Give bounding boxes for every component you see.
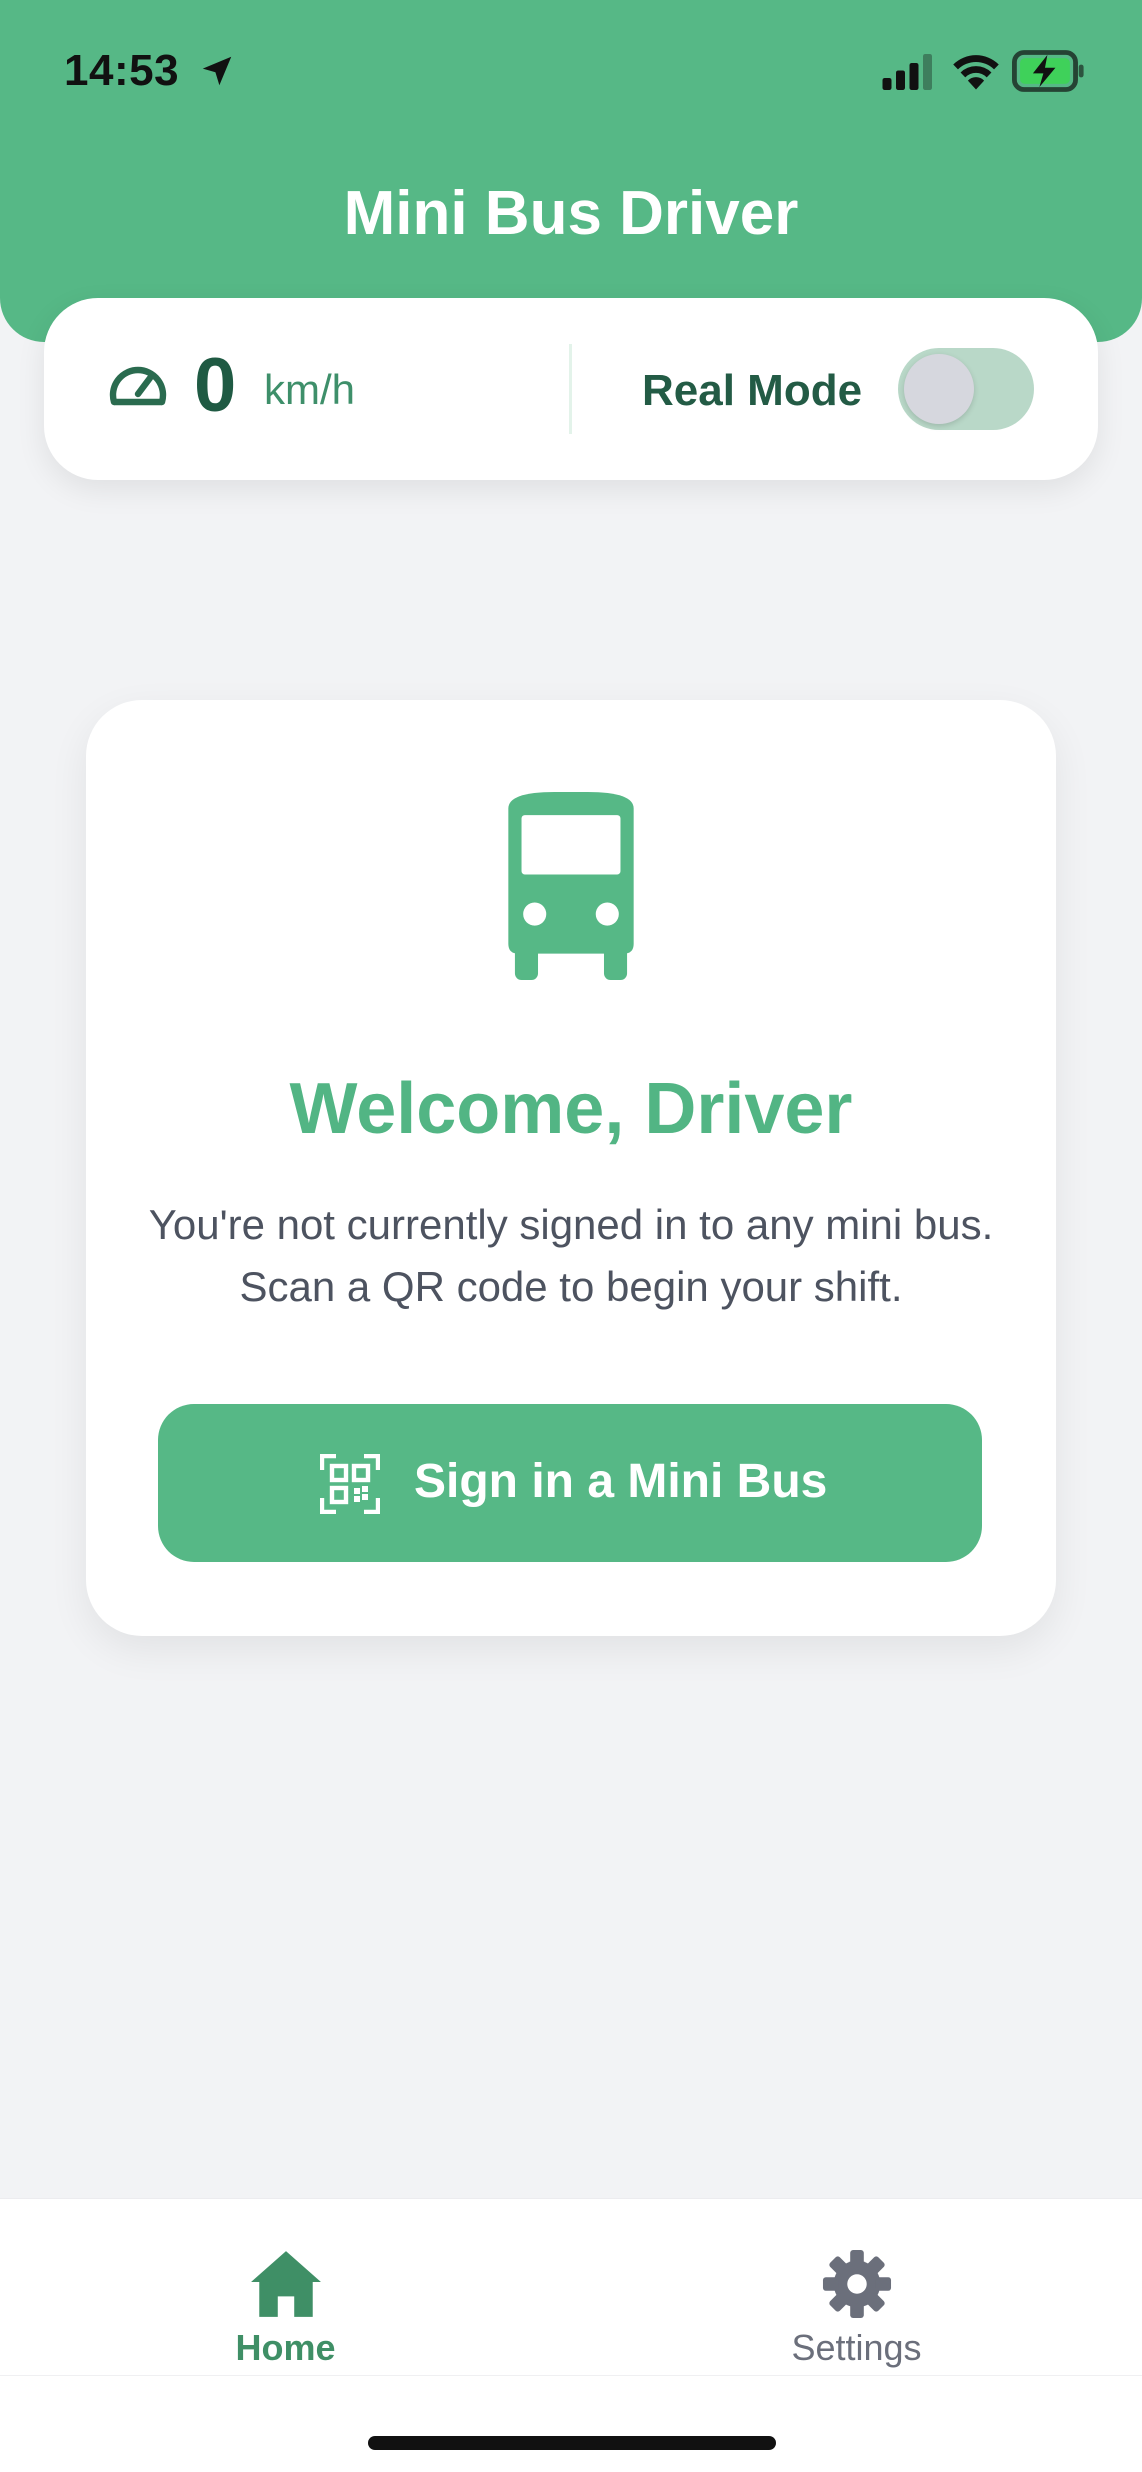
speed-value: 0 [194, 343, 237, 428]
divider [569, 344, 572, 434]
real-mode-toggle[interactable] [898, 348, 1034, 430]
qr-code-icon [320, 1454, 380, 1514]
status-time: 14:53 [64, 46, 180, 95]
home-indicator[interactable] [368, 2436, 776, 2450]
toggle-knob [904, 354, 974, 424]
bus-icon [508, 792, 634, 980]
tab-home-label: Home [235, 2327, 336, 2368]
status-bar: 14:53 [0, 0, 1142, 140]
tab-separator [0, 2375, 1142, 2376]
app-header: 14:53 Mini Bus Driver [0, 0, 1142, 342]
home-icon [251, 2251, 321, 2317]
cellular-signal-icon [882, 54, 932, 90]
screen: 14:53 Mini Bus Driver 0 km/h Real Mode W… [0, 0, 1142, 2472]
location-arrow-icon [202, 56, 232, 86]
tab-settings-label: Settings [791, 2327, 922, 2368]
battery-charging-icon [1012, 50, 1084, 92]
sign-in-button-label: Sign in a Mini Bus [414, 1455, 828, 1508]
tab-settings[interactable]: Settings [571, 2199, 1142, 2379]
gear-icon [822, 2249, 892, 2319]
welcome-card: Welcome, Driver You're not currently sig… [86, 700, 1056, 1636]
welcome-message: You're not currently signed in to any mi… [148, 1201, 994, 1310]
sign-in-mini-bus-button[interactable]: Sign in a Mini Bus [158, 1404, 982, 1562]
page-title: Mini Bus Driver [343, 179, 799, 248]
welcome-title: Welcome, Driver [289, 1069, 853, 1149]
speedometer-icon [109, 366, 167, 406]
real-mode-label: Real Mode [642, 366, 863, 415]
tab-home[interactable]: Home [0, 2199, 571, 2379]
speed-unit: km/h [264, 366, 356, 413]
speed-card: 0 km/h Real Mode [44, 298, 1098, 480]
tab-bar: Home Settings [0, 2198, 1142, 2472]
wifi-icon [953, 55, 999, 90]
